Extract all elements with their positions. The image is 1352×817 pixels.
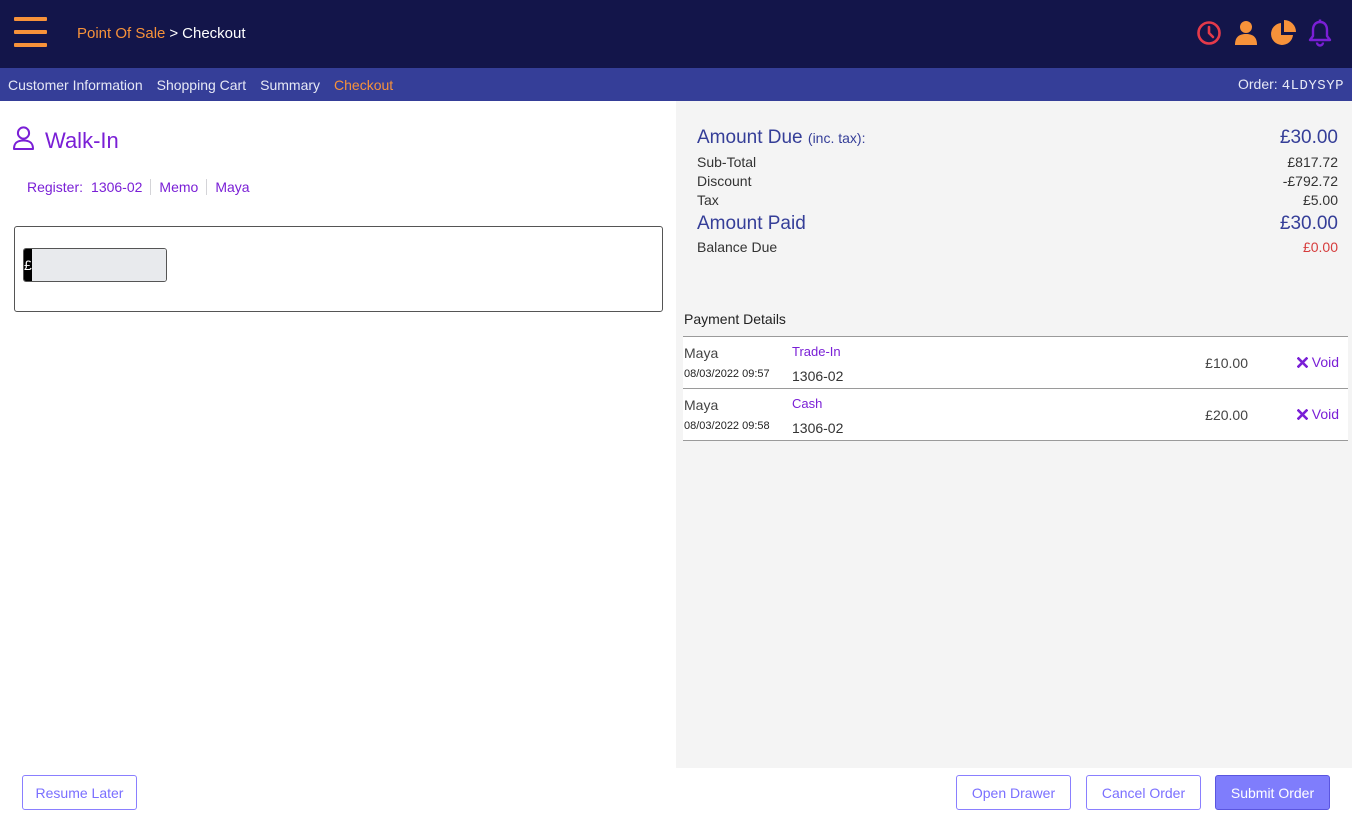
open-drawer-button[interactable]: Open Drawer <box>956 775 1071 810</box>
submit-order-button[interactable]: Submit Order <box>1215 775 1330 810</box>
clerk-name[interactable]: Maya <box>215 179 249 195</box>
tax-value: £5.00 <box>1302 192 1338 208</box>
payment-user: Maya <box>684 345 719 361</box>
customer-panel: Walk-In Register: 1306-02 Memo Maya £ <box>0 101 676 768</box>
breadcrumb-separator: > <box>169 25 179 42</box>
currency-symbol: £ <box>24 249 32 281</box>
void-button[interactable]: Void <box>1296 354 1339 370</box>
cancel-order-button[interactable]: Cancel Order <box>1086 775 1201 810</box>
amount-due-row: Amount Due (inc. tax): £30.00 <box>697 127 1338 149</box>
amount-due-label: Amount Due <box>697 127 803 148</box>
payment-amount-input[interactable] <box>31 249 166 281</box>
register-label: Register: <box>27 179 84 195</box>
discount-value: -£792.72 <box>1282 173 1338 189</box>
register-value[interactable]: 1306-02 <box>91 179 142 195</box>
payment-user: Maya <box>684 397 719 413</box>
table-row: Maya 08/03/2022 09:58 Cash 1306-02 £20.0… <box>683 389 1348 441</box>
table-row: Maya 08/03/2022 09:57 Trade-In 1306-02 £… <box>683 337 1348 389</box>
amount-paid-value: £30.00 <box>1279 213 1338 234</box>
void-button[interactable]: Void <box>1296 406 1339 422</box>
tab-checkout[interactable]: Checkout <box>334 77 393 93</box>
totals-summary: Amount Due (inc. tax): £30.00 Sub-Total … <box>697 127 1338 257</box>
breadcrumb-point-of-sale[interactable]: Point Of Sale <box>77 25 165 42</box>
balance-due-row: Balance Due £0.00 <box>697 238 1338 257</box>
order-label: Order: <box>1238 76 1278 92</box>
discount-label: Discount <box>697 173 752 189</box>
resume-later-button[interactable]: Resume Later <box>22 775 137 810</box>
tab-summary[interactable]: Summary <box>260 77 320 93</box>
order-code: 4LDYSYP <box>1281 78 1344 94</box>
user-icon[interactable] <box>1231 19 1260 48</box>
payment-date: 08/03/2022 09:57 <box>684 368 770 380</box>
top-bar: Point Of Sale > Checkout <box>0 0 1352 68</box>
discount-row: Discount -£792.72 <box>697 172 1338 191</box>
order-meta: Register: 1306-02 Memo Maya <box>27 179 250 195</box>
breadcrumb: Point Of Sale > Checkout <box>77 25 246 42</box>
breadcrumb-current: Checkout <box>182 25 246 42</box>
close-icon <box>1296 408 1308 420</box>
meta-divider <box>150 179 152 195</box>
tab-shopping-cart[interactable]: Shopping Cart <box>157 77 247 93</box>
totals-panel: Amount Due (inc. tax): £30.00 Sub-Total … <box>676 101 1352 768</box>
header-icons <box>1194 18 1334 48</box>
memo-link[interactable]: Memo <box>159 179 198 195</box>
person-icon <box>12 126 35 156</box>
payment-amount: £10.00 <box>1205 355 1248 371</box>
close-icon <box>1296 356 1308 368</box>
payment-amount: £20.00 <box>1205 407 1248 423</box>
payment-register: 1306-02 <box>792 368 844 384</box>
payment-method[interactable]: Trade-In <box>792 344 841 359</box>
balance-due-label: Balance Due <box>697 239 778 255</box>
tab-customer-information[interactable]: Customer Information <box>8 77 143 93</box>
void-label: Void <box>1311 406 1339 422</box>
nav-tabs: Customer Information Shopping Cart Summa… <box>8 77 393 93</box>
bell-icon[interactable] <box>1305 19 1334 48</box>
clock-icon[interactable] <box>1194 19 1223 48</box>
footer-actions: Resume Later Open Drawer Cancel Order Su… <box>0 768 1352 817</box>
payment-method[interactable]: Cash <box>792 396 822 411</box>
payment-entry-box: £ <box>14 226 663 312</box>
payment-amount-group: £ <box>23 248 167 282</box>
payment-register: 1306-02 <box>792 420 844 436</box>
customer-name[interactable]: Walk-In <box>45 128 119 154</box>
payment-date: 08/03/2022 09:58 <box>684 420 770 432</box>
void-label: Void <box>1311 354 1339 370</box>
balance-due-value: £0.00 <box>1302 239 1338 255</box>
tax-label: Tax <box>697 192 719 208</box>
meta-divider <box>206 179 208 195</box>
tax-row: Tax £5.00 <box>697 191 1338 210</box>
payment-details-table: Maya 08/03/2022 09:57 Trade-In 1306-02 £… <box>683 336 1348 441</box>
order-id: Order: 4LDYSYP <box>1238 76 1344 94</box>
subtotal-label: Sub-Total <box>697 154 757 170</box>
amount-paid-label: Amount Paid <box>697 213 806 234</box>
subtotal-value: £817.72 <box>1287 154 1338 170</box>
nav-bar: Customer Information Shopping Cart Summa… <box>0 68 1352 101</box>
subtotal-row: Sub-Total £817.72 <box>697 153 1338 172</box>
payment-details-title: Payment Details <box>684 311 786 327</box>
amount-due-value: £30.00 <box>1279 127 1338 148</box>
hamburger-menu-icon[interactable] <box>14 17 47 47</box>
customer-header: Walk-In <box>12 126 119 156</box>
pie-chart-icon[interactable] <box>1268 19 1297 48</box>
amount-paid-row: Amount Paid £30.00 <box>697 213 1338 235</box>
amount-due-note: (inc. tax): <box>807 130 866 146</box>
